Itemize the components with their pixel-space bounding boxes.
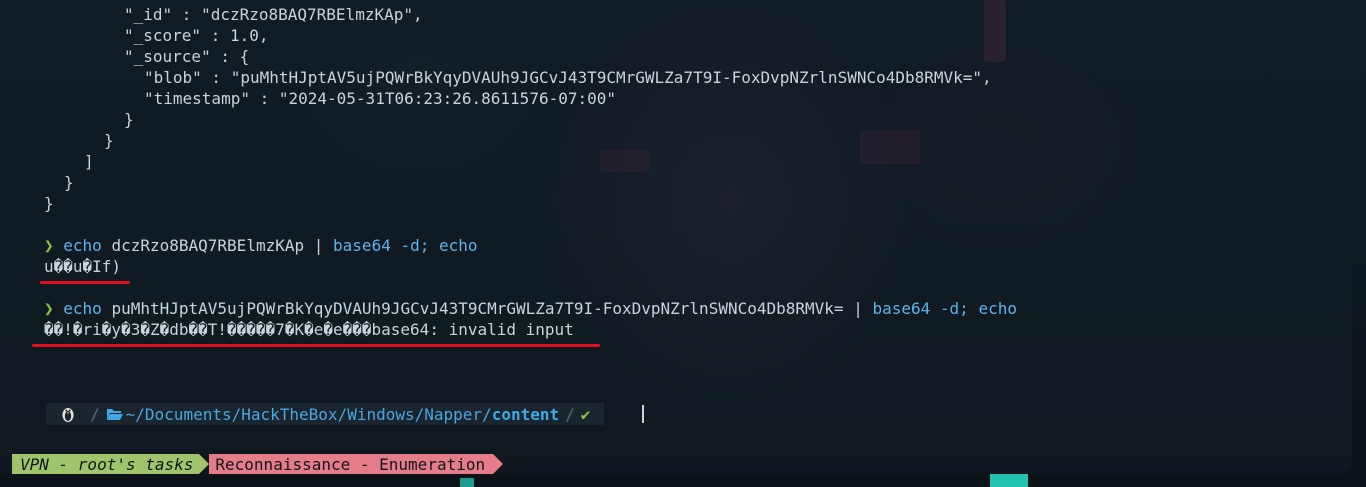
json-line: } [64, 173, 74, 192]
command-flag: -d; [939, 299, 969, 318]
command-name: base64 [333, 236, 391, 255]
command-flag: -d; [400, 236, 430, 255]
red-underline-annotation [40, 281, 130, 284]
command-name: echo [978, 299, 1017, 318]
command-name: base64 [872, 299, 931, 318]
command-argument: dczRzo8BAQ7RBElmzKAp [111, 236, 305, 255]
pipe-operator: | [853, 299, 863, 318]
current-directory: ~/Documents/HackTheBox/Windows/Napper/co… [126, 405, 559, 424]
json-line: } [124, 110, 134, 129]
segment-separator: / [90, 404, 100, 424]
folder-icon [106, 407, 126, 421]
path-prefix: ~/Documents/HackTheBox/Windows/Napper/ [125, 404, 492, 424]
json-line: "_source" : { [124, 47, 250, 66]
json-line: "_score" : 1.0, [124, 26, 269, 45]
json-line: ] [84, 152, 94, 171]
wallpaper-teal-light [460, 478, 474, 487]
command-line-1: ❯ echo dczRzo8BAQ7RBElmzKAp | base64 -d;… [44, 235, 478, 256]
powerlevel-prompt: / ~/Documents/HackTheBox/Windows/Napper/… [46, 403, 605, 425]
command-name: echo [439, 236, 478, 255]
prompt-chevron-icon: ❯ [44, 299, 54, 318]
linux-tux-icon [46, 405, 84, 423]
folder-open-icon [106, 409, 123, 420]
command-argument: puMhtHJptAV5ujPQWrBkYqyDVAUh9JGCvJ43T9CM… [111, 299, 844, 318]
segment-separator: / [565, 404, 575, 424]
powerline-arrow [493, 454, 504, 474]
json-line: } [104, 131, 114, 150]
terminal-window[interactable]: "_id" : "dczRzo8BAQ7RBElmzKAp", "_score"… [0, 0, 1352, 473]
json-line: "timestamp" : "2024-05-31T06:23:26.86115… [144, 89, 617, 108]
red-underline-annotation [32, 344, 600, 347]
command-line-2: ❯ echo puMhtHJptAV5ujPQWrBkYqyDVAUh9JGCv… [44, 298, 1017, 319]
command-output-2: ��!�ri�y�3�Z�db��T!�����7�K�e�e���base64… [44, 320, 574, 339]
path-last-segment: content [491, 404, 560, 424]
text-cursor[interactable] [642, 405, 644, 423]
status-ok-icon: ✔ [580, 404, 591, 424]
json-line: "_id" : "dczRzo8BAQ7RBElmzKAp", [124, 5, 423, 24]
session-name-tab[interactable]: VPN - root's tasks [12, 454, 200, 474]
pipe-operator: | [313, 236, 324, 255]
tmux-status-bar: VPN - root's tasks Reconnaissance - Enum… [12, 454, 504, 474]
window-name-tab[interactable]: Reconnaissance - Enumeration [209, 454, 494, 474]
json-line: } [44, 194, 54, 213]
linux-tux-icon-svg [62, 408, 74, 422]
command-name: echo [63, 236, 102, 255]
powerline-arrow [199, 454, 210, 474]
wallpaper-teal-light [990, 474, 1028, 487]
command-output-1: u��u�If) [44, 257, 122, 276]
command-name: echo [63, 299, 102, 318]
json-line: "blob" : "puMhtHJptAV5ujPQWrBkYqyDVAUh9J… [144, 68, 992, 87]
prompt-chevron-icon: ❯ [44, 236, 54, 255]
